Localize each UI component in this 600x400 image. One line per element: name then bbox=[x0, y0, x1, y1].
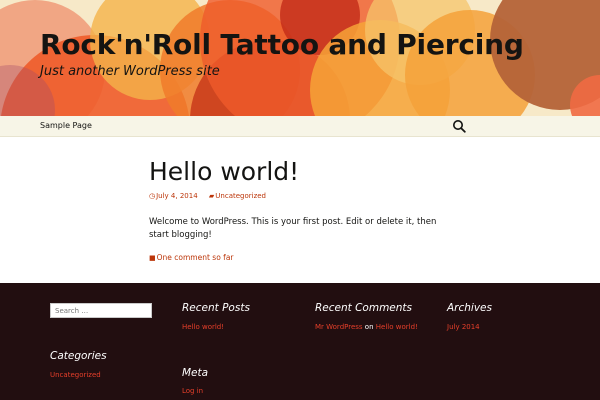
post-category-link[interactable]: Uncategorized bbox=[215, 192, 266, 200]
main-navigation: Sample Page bbox=[0, 116, 600, 137]
comment-author-link[interactable]: Mr WordPress bbox=[315, 323, 363, 331]
archive-link[interactable]: July 2014 bbox=[447, 323, 480, 331]
recent-comment-item: Mr WordPress on Hello world! bbox=[315, 323, 418, 331]
search-icon[interactable] bbox=[452, 119, 466, 133]
recent-post-link[interactable]: Hello world! bbox=[182, 323, 224, 331]
category-link[interactable]: Uncategorized bbox=[50, 371, 101, 379]
post-title[interactable]: Hello world! bbox=[149, 157, 299, 186]
site-title[interactable]: Rock'n'Roll Tattoo and Piercing bbox=[40, 28, 524, 61]
site-footer: Recent Posts Hello world! Recent Comment… bbox=[0, 283, 600, 400]
widget-title-archives: Archives bbox=[447, 302, 492, 314]
widget-title-recent-posts: Recent Posts bbox=[182, 302, 250, 314]
folder-icon: ▰ bbox=[208, 192, 215, 200]
post-comments-link[interactable]: ■One comment so far bbox=[149, 253, 234, 262]
widget-title-recent-comments: Recent Comments bbox=[315, 302, 413, 314]
widget-title-meta: Meta bbox=[182, 367, 209, 379]
comment-icon: ■ bbox=[149, 254, 156, 262]
post-category: ▰Uncategorized bbox=[209, 192, 266, 200]
comment-post-link[interactable]: Hello world! bbox=[376, 323, 418, 331]
post-body: Welcome to WordPress. This is your first… bbox=[149, 217, 437, 240]
post-meta: ◷July 4, 2014 ▰Uncategorized bbox=[149, 192, 266, 200]
clock-icon: ◷ bbox=[149, 192, 156, 200]
meta-login-link[interactable]: Log in bbox=[182, 387, 203, 395]
widget-title-categories: Categories bbox=[50, 350, 107, 362]
nav-item-sample-page[interactable]: Sample Page bbox=[40, 121, 92, 130]
post-comments-label: One comment so far bbox=[156, 253, 234, 262]
footer-search-input[interactable] bbox=[50, 303, 152, 318]
comment-on-text: on bbox=[364, 323, 374, 331]
site-tagline: Just another WordPress site bbox=[40, 64, 220, 79]
post-date-link[interactable]: July 4, 2014 bbox=[156, 192, 198, 200]
site-header: Rock'n'Roll Tattoo and Piercing Just ano… bbox=[0, 0, 600, 116]
